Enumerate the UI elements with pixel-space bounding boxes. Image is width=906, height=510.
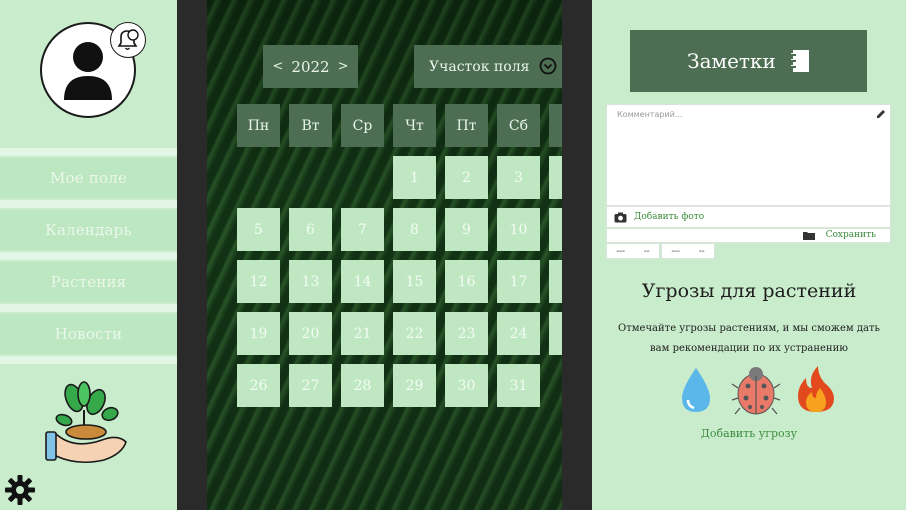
comment-placeholder: Комментарий...	[617, 110, 683, 119]
notes-panel: Заметки Комментарий... Добавить фото Сох…	[592, 0, 906, 510]
notes-button[interactable]: Заметки	[630, 30, 867, 92]
pencil-icon[interactable]	[875, 108, 887, 120]
nav-divider	[0, 356, 177, 364]
nav-divider	[0, 148, 177, 156]
calendar-day[interactable]: 29	[393, 364, 436, 407]
calendar-day[interactable]: 10	[497, 208, 540, 251]
add-photo-label: Добавить фото	[634, 212, 705, 222]
mini-tab[interactable]: ▬▬▬ ▬▬	[661, 243, 715, 259]
chevron-down-circle-icon	[539, 57, 557, 75]
calendar-day[interactable]: 23	[445, 312, 488, 355]
nav-item-news[interactable]: Новости	[0, 314, 177, 354]
calendar-day[interactable]: 30	[445, 364, 488, 407]
add-threat-link[interactable]: Добавить угрозу	[592, 427, 906, 440]
calendar-day[interactable]: 2	[445, 156, 488, 199]
water-drop-icon[interactable]	[682, 368, 710, 412]
calendar-day[interactable]: 8	[393, 208, 436, 251]
calendar-day[interactable]: 5	[237, 208, 280, 251]
calendar-day[interactable]: 15	[393, 260, 436, 303]
save-row: Сохранить	[606, 228, 891, 243]
nav-divider	[0, 200, 177, 208]
sidebar: Мое поле Календарь Растения Новости	[0, 0, 177, 510]
nav-divider	[0, 252, 177, 260]
weekday-label: Вт	[289, 104, 332, 147]
calendar-day[interactable]: 31	[497, 364, 540, 407]
weekday-label: Вс	[549, 104, 562, 147]
calendar-day[interactable]: 25	[549, 312, 562, 355]
fire-icon[interactable]	[798, 366, 834, 412]
threat-icons-row	[682, 366, 834, 415]
add-photo-button[interactable]: Добавить фото	[606, 206, 891, 228]
notification-bell-button[interactable]	[110, 22, 146, 58]
calendar-day[interactable]: 20	[289, 312, 332, 355]
comment-textarea[interactable]: Комментарий...	[606, 104, 891, 206]
calendar-day[interactable]: 19	[237, 312, 280, 355]
calendar-day[interactable]: 27	[289, 364, 332, 407]
plot-select-label: Участок поля	[429, 58, 530, 75]
calendar-day[interactable]: 13	[289, 260, 332, 303]
nav-item-plants[interactable]: Растения	[0, 262, 177, 302]
weekday-label: Пт	[445, 104, 488, 147]
save-button[interactable]: Сохранить	[826, 230, 876, 240]
nav-item-calendar[interactable]: Календарь	[0, 210, 177, 250]
mini-tab[interactable]: ▬▬▬ ▬▬	[606, 243, 660, 259]
calendar-day[interactable]: 4	[549, 156, 562, 199]
calendar-day[interactable]: 12	[237, 260, 280, 303]
calendar-day[interactable]: 17	[497, 260, 540, 303]
year-label: 2022	[291, 57, 330, 76]
calendar-day[interactable]: 18	[549, 260, 562, 303]
threats-title: Угрозы для растений	[641, 280, 857, 302]
calendar-day[interactable]: 11	[549, 208, 562, 251]
calendar-day[interactable]: 6	[289, 208, 332, 251]
calendar-day[interactable]: 1	[393, 156, 436, 199]
camera-icon	[614, 212, 627, 222]
folder-icon	[803, 232, 815, 240]
field-background-image: < 2022 > Участок поля ПнВтСрЧтПтСбВс 123…	[207, 0, 562, 510]
weekday-label: Сб	[497, 104, 540, 147]
calendar-panel: < 2022 > Участок поля ПнВтСрЧтПтСбВс 123…	[177, 0, 592, 510]
notes-title: Заметки	[687, 49, 776, 73]
settings-gear-icon[interactable]	[4, 474, 36, 506]
year-selector[interactable]: < 2022 >	[263, 45, 358, 88]
ladybug-icon[interactable]	[731, 367, 781, 415]
chevron-right-icon[interactable]: >	[338, 59, 349, 74]
calendar-day[interactable]: 7	[341, 208, 384, 251]
calendar-day[interactable]: 26	[237, 364, 280, 407]
chevron-left-icon[interactable]: <	[273, 59, 284, 74]
weekday-label: Ср	[341, 104, 384, 147]
plant-in-hand-icon	[45, 381, 127, 464]
bell-icon	[117, 29, 139, 50]
calendar-day[interactable]: 14	[341, 260, 384, 303]
threats-description: Отмечайте угрозы растениям, и мы сможем …	[618, 323, 880, 354]
calendar-day[interactable]: 22	[393, 312, 436, 355]
nav-divider	[0, 304, 177, 312]
weekday-label: Пн	[237, 104, 280, 147]
calendar-day[interactable]: 9	[445, 208, 488, 251]
weekday-label: Чт	[393, 104, 436, 147]
calendar-day[interactable]: 3	[497, 156, 540, 199]
calendar-day[interactable]: 21	[341, 312, 384, 355]
plot-select[interactable]: Участок поля	[414, 45, 562, 88]
nav-item-my-field[interactable]: Мое поле	[0, 158, 177, 198]
notebook-icon	[789, 50, 809, 72]
calendar-day[interactable]: 24	[497, 312, 540, 355]
calendar-day[interactable]: 28	[341, 364, 384, 407]
calendar-day[interactable]: 16	[445, 260, 488, 303]
